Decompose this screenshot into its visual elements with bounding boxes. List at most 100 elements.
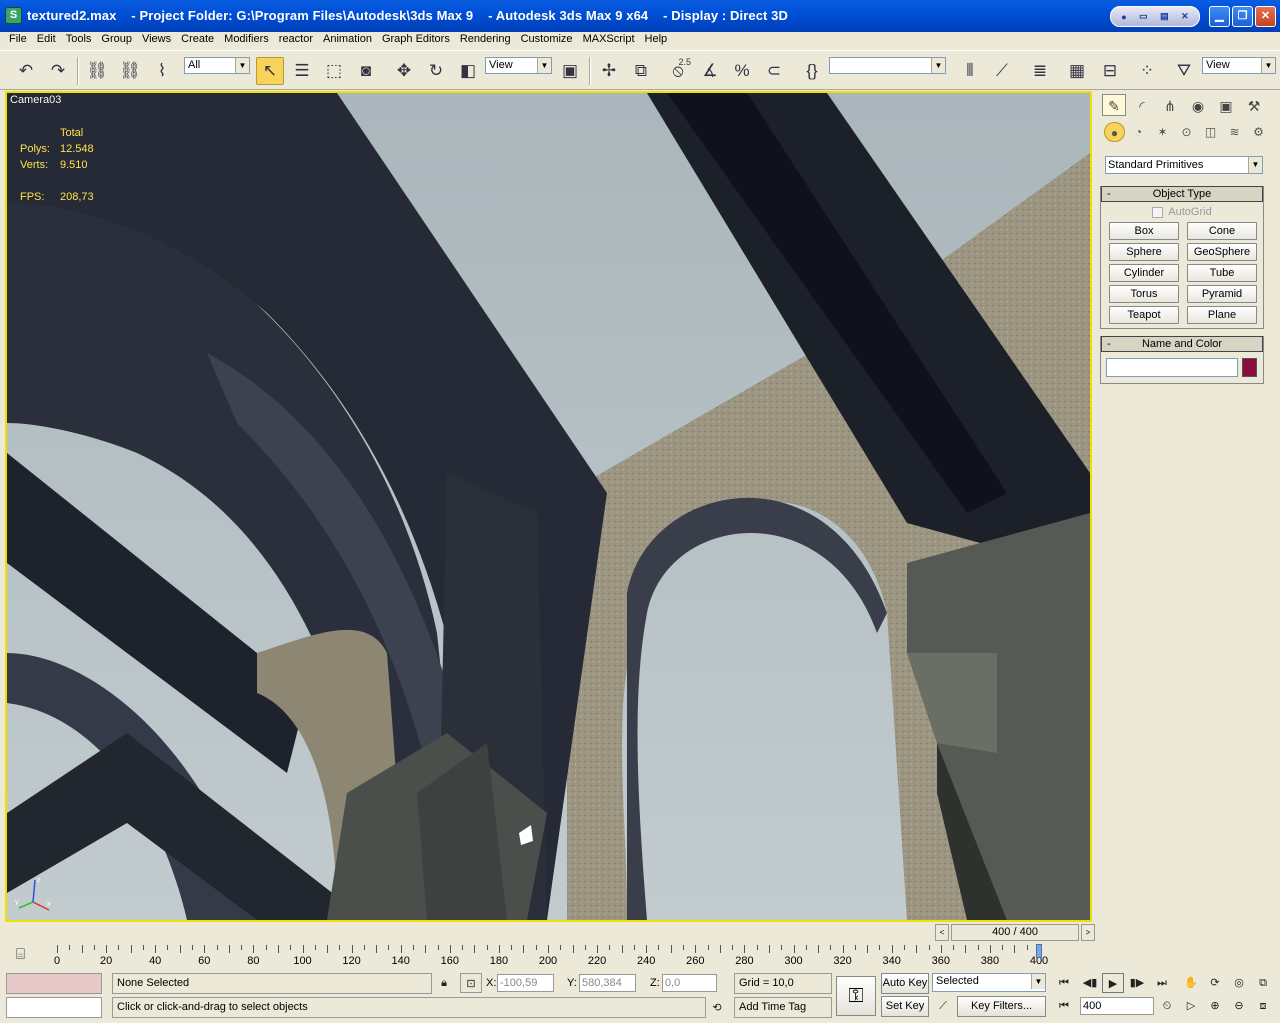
pivot-center-icon[interactable]: ▣ <box>556 57 584 85</box>
absolute-mode-icon[interactable]: ⊡ <box>460 973 482 993</box>
menu-file[interactable]: File <box>4 32 32 49</box>
curve-editor-icon[interactable]: ▦ <box>1063 57 1091 85</box>
cylinder-button[interactable]: Cylinder <box>1109 264 1179 282</box>
track-bar[interactable]: ⌸ 0 20 40 60 80 100 120 140 160 180 200 220 240 260 28… <box>0 942 1280 972</box>
align-icon[interactable]: ⟋ <box>988 57 1016 85</box>
time-slider[interactable]: < 400 / 400 > <box>5 923 1095 942</box>
snaps-toggle-icon[interactable]: 2.5 ⦸ <box>664 57 692 85</box>
field-of-view-icon[interactable]: ▷ <box>1180 996 1202 1016</box>
edit-named-selection-icon[interactable]: {} <box>798 57 826 85</box>
default-tangents-icon[interactable]: ⟋ <box>932 996 954 1016</box>
key-mode-toggle-icon[interactable]: ⏮ <box>1053 996 1075 1016</box>
menu-group[interactable]: Group <box>96 32 137 49</box>
menu-help[interactable]: Help <box>640 32 673 49</box>
menu-reactor[interactable]: reactor <box>274 32 318 49</box>
orbit-icon[interactable]: ◎ <box>1228 973 1250 993</box>
utilities-tab-icon[interactable]: ⚒ <box>1242 94 1266 116</box>
frame-cursor[interactable] <box>1036 944 1042 958</box>
go-to-start-icon[interactable]: ⏮ <box>1053 973 1075 993</box>
box-button[interactable]: Box <box>1109 222 1179 240</box>
sphere-button[interactable]: Sphere <box>1109 243 1179 261</box>
geometry-icon[interactable]: ● <box>1104 122 1125 142</box>
maximize-viewport-icon[interactable]: ⧉ <box>1252 973 1274 993</box>
create-tab-icon[interactable]: ✎ <box>1102 94 1126 116</box>
select-and-scale-icon[interactable]: ◧ <box>454 57 482 85</box>
close-button[interactable]: ✕ <box>1255 6 1276 27</box>
plane-button[interactable]: Plane <box>1187 306 1257 324</box>
percent-snap-icon[interactable]: % <box>728 57 756 85</box>
object-name-input[interactable] <box>1106 358 1238 377</box>
next-frame-arrow-icon[interactable]: > <box>1081 924 1095 941</box>
select-by-name-icon[interactable]: ☰ <box>288 57 316 85</box>
select-and-link-icon[interactable]: ⛓ <box>83 57 111 85</box>
cameras-icon[interactable]: ⊙ <box>1176 122 1197 142</box>
mini-curve-editor-icon[interactable]: ⌸ <box>16 946 25 963</box>
menu-rendering[interactable]: Rendering <box>455 32 516 49</box>
systems-icon[interactable]: ⚙ <box>1248 122 1269 142</box>
menu-customize[interactable]: Customize <box>516 32 578 49</box>
modify-tab-icon[interactable]: ◜ <box>1130 94 1154 116</box>
lights-icon[interactable]: ✶ <box>1152 122 1173 142</box>
angle-snap-icon[interactable]: ∡ <box>696 57 724 85</box>
motion-tab-icon[interactable]: ◉ <box>1186 94 1210 116</box>
selection-filter-dropdown[interactable]: All ▼ <box>184 57 250 74</box>
tube-button[interactable]: Tube <box>1187 264 1257 282</box>
truck-camera-icon[interactable]: ⊕ <box>1204 996 1226 1016</box>
rectangular-selection-icon[interactable]: ⬚ <box>320 57 348 85</box>
time-slider-thumb[interactable]: 400 / 400 <box>951 924 1079 941</box>
name-and-color-rollout-header[interactable]: - Name and Color <box>1101 336 1263 352</box>
select-object-icon[interactable]: ↖ <box>256 57 284 85</box>
menu-maxscript[interactable]: MAXScript <box>578 32 640 49</box>
previous-frame-icon[interactable]: ◀▮ <box>1079 973 1101 993</box>
previous-frame-arrow-icon[interactable]: < <box>935 924 949 941</box>
layout-icon[interactable]: ▤ <box>1160 11 1169 22</box>
layer-manager-icon[interactable]: ≣ <box>1026 57 1054 85</box>
maxscript-listener-mini[interactable] <box>6 973 102 994</box>
camera-viewport[interactable]: Camera03 Total Polys: 12.548 Verts: 9.510 … <box>5 91 1092 922</box>
mirror-icon[interactable]: ⫴ <box>956 57 984 85</box>
keyboard-shortcut-override-icon[interactable]: ⧉ <box>627 57 655 85</box>
x-coordinate-field[interactable]: -100,59 <box>497 974 554 992</box>
close-doc-icon[interactable]: ✕ <box>1181 11 1189 22</box>
maximize-toggle-icon[interactable]: ⧈ <box>1252 996 1274 1016</box>
teapot-button[interactable]: Teapot <box>1109 306 1179 324</box>
menu-modifiers[interactable]: Modifiers <box>219 32 274 49</box>
menu-views[interactable]: Views <box>137 32 176 49</box>
set-key-icon[interactable]: ⚿ <box>836 976 876 1016</box>
shapes-icon[interactable]: ◔ <box>1128 122 1149 142</box>
spinner-snap-icon[interactable]: ⊂ <box>760 57 788 85</box>
lock-selection-icon[interactable]: 🔒︎ <box>433 973 455 993</box>
next-frame-icon[interactable]: ▮▶ <box>1126 973 1148 993</box>
render-scene-icon[interactable]: ⛛ <box>1170 57 1198 85</box>
y-coordinate-field[interactable]: 580,384 <box>579 974 636 992</box>
helpers-icon[interactable]: ◫ <box>1200 122 1221 142</box>
minimize-button[interactable]: ▁ <box>1209 6 1230 27</box>
3dsmax-app-icon[interactable]: S <box>5 7 22 24</box>
reference-coordinate-dropdown[interactable]: View ▼ <box>485 57 552 74</box>
display-tab-icon[interactable]: ▣ <box>1214 94 1238 116</box>
select-and-move-icon[interactable]: ✥ <box>390 57 418 85</box>
menu-animation[interactable]: Animation <box>318 32 377 49</box>
go-to-end-icon[interactable]: ⏭ <box>1151 973 1173 993</box>
primitive-category-dropdown[interactable]: Standard Primitives ▼ <box>1105 156 1263 174</box>
window-crossing-icon[interactable]: ◙ <box>352 57 380 85</box>
geosphere-button[interactable]: GeoSphere <box>1187 243 1257 261</box>
select-and-manipulate-icon[interactable]: ✢ <box>595 57 623 85</box>
pin-icon[interactable]: ● <box>1121 12 1126 22</box>
hierarchy-tab-icon[interactable]: ⋔ <box>1158 94 1182 116</box>
add-time-tag-button[interactable]: Add Time Tag <box>734 997 832 1018</box>
arc-rotate-icon[interactable]: ⟳ <box>1204 973 1226 993</box>
autogrid-checkbox[interactable]: AutoGrid <box>1101 204 1263 220</box>
object-color-swatch[interactable] <box>1242 358 1257 377</box>
current-frame-field[interactable]: 400 <box>1080 997 1154 1015</box>
pyramid-button[interactable]: Pyramid <box>1187 285 1257 303</box>
menu-graph-editors[interactable]: Graph Editors <box>377 32 455 49</box>
extended-viewport-controls[interactable]: ● ▭ ▤ ✕ <box>1110 6 1200 27</box>
torus-button[interactable]: Torus <box>1109 285 1179 303</box>
unlink-icon[interactable]: ⛓ <box>116 57 144 85</box>
set-key-button[interactable]: Set Key <box>881 996 929 1017</box>
time-slider-bar[interactable]: < 400 / 400 > <box>935 924 1095 941</box>
undo-icon[interactable]: ↶ <box>12 57 40 85</box>
bind-to-space-warp-icon[interactable]: ⌇ <box>148 57 176 85</box>
maxscript-input[interactable] <box>6 997 102 1018</box>
